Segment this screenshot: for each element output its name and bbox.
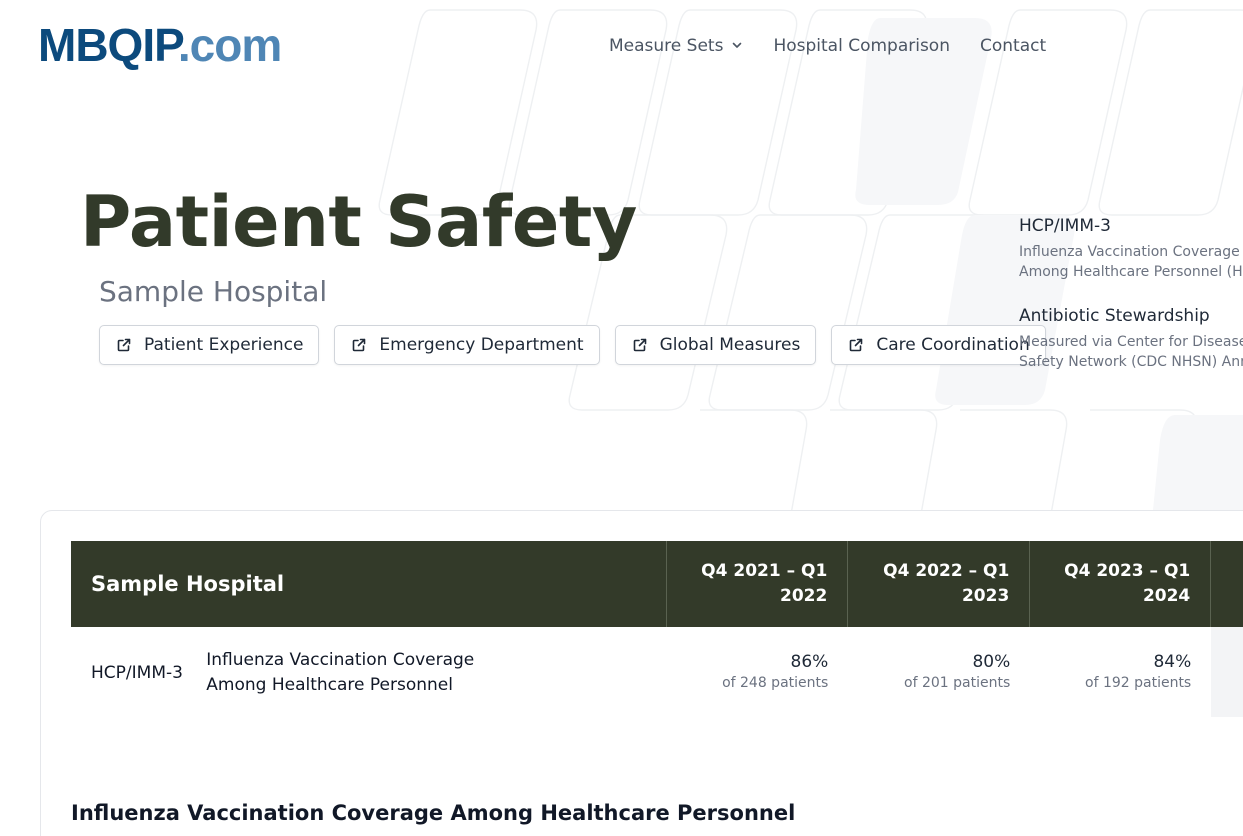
nav-contact[interactable]: Contact bbox=[980, 34, 1046, 58]
link-care-coordination[interactable]: Care Coordination bbox=[831, 325, 1046, 365]
measure-desc-line: Among Healthcare Personnel (HCP bbox=[1019, 264, 1243, 280]
measure-desc-line: Safety Network (CDC NHSN) Annu bbox=[1019, 354, 1243, 370]
measure-set-links: Patient Experience Emergency Department … bbox=[99, 325, 1061, 365]
nav-hospital-comparison[interactable]: Hospital Comparison bbox=[773, 34, 950, 58]
nav-measure-sets[interactable]: Measure Sets bbox=[609, 34, 743, 58]
result-count: of 201 patients bbox=[904, 675, 1011, 691]
nav-measure-sets-label: Measure Sets bbox=[609, 36, 724, 56]
period-line: 2024 bbox=[1142, 586, 1191, 606]
result-count: of 248 patients bbox=[722, 675, 829, 691]
table-row[interactable]: HCP/IMM-3 Influenza Vaccination Coverage… bbox=[71, 627, 1243, 719]
link-label: Global Measures bbox=[659, 335, 801, 355]
measure-item-antibiotic-stewardship[interactable]: Antibiotic Stewardship Measured via Cent… bbox=[1019, 304, 1243, 372]
period-line: Q4 2022 – Q1 bbox=[883, 561, 1010, 581]
result-cell: 80% of 201 patients bbox=[848, 627, 1030, 719]
measure-name: Influenza Vaccination Coverage Among Hea… bbox=[206, 627, 667, 719]
results-card: Sample Hospital Q4 2021 – Q1 2022 Q4 202… bbox=[40, 510, 1243, 836]
external-link-icon bbox=[848, 337, 864, 353]
result-cell-overflow bbox=[1211, 627, 1243, 717]
period-line: 2022 bbox=[779, 586, 828, 606]
period-header: Q4 2021 – Q1 2022 bbox=[667, 541, 849, 627]
section-title: Influenza Vaccination Coverage Among Hea… bbox=[71, 801, 796, 825]
link-label: Patient Experience bbox=[144, 335, 304, 355]
logo-brand: MBQIP bbox=[38, 19, 179, 71]
table-header-hospital: Sample Hospital bbox=[71, 541, 668, 627]
link-label: Emergency Department bbox=[379, 335, 584, 355]
link-emergency-department[interactable]: Emergency Department bbox=[334, 325, 600, 365]
result-percent: 86% bbox=[790, 652, 829, 672]
measure-title: HCP/IMM-3 bbox=[1019, 216, 1111, 236]
table-header: Sample Hospital Q4 2021 – Q1 2022 Q4 202… bbox=[71, 541, 1243, 627]
measure-desc-line: Measured via Center for Disease C bbox=[1019, 334, 1243, 350]
period-header: Q4 2022 – Q1 2023 bbox=[848, 541, 1031, 627]
site-logo[interactable]: MBQIP.com bbox=[38, 19, 282, 71]
external-link-icon bbox=[632, 337, 648, 353]
period-header: Q4 2023 – Q1 2024 bbox=[1030, 541, 1212, 627]
hospital-name: Sample Hospital bbox=[99, 275, 328, 308]
measure-list: HCP/IMM-3 Influenza Vaccination Coverage… bbox=[1019, 214, 1243, 394]
result-cell: 84% of 192 patients bbox=[1030, 627, 1211, 719]
measure-name-line: Among Healthcare Personnel bbox=[206, 675, 453, 695]
measure-item-hcp-imm-3[interactable]: HCP/IMM-3 Influenza Vaccination Coverage… bbox=[1019, 214, 1243, 282]
result-cell: 86% of 248 patients bbox=[667, 627, 848, 719]
measure-title: Antibiotic Stewardship bbox=[1019, 306, 1210, 326]
logo-tld: .com bbox=[177, 19, 282, 71]
link-label: Care Coordination bbox=[876, 335, 1030, 355]
measure-code: HCP/IMM-3 bbox=[91, 663, 183, 683]
period-line: Q4 2021 – Q1 bbox=[701, 561, 828, 581]
link-global-measures[interactable]: Global Measures bbox=[614, 325, 817, 365]
result-percent: 84% bbox=[1153, 652, 1192, 672]
measure-name-line: Influenza Vaccination Coverage bbox=[206, 650, 475, 670]
period-line: Q4 2023 – Q1 bbox=[1064, 561, 1191, 581]
measure-desc-line: Influenza Vaccination Coverage bbox=[1019, 244, 1240, 260]
period-line: 2023 bbox=[961, 586, 1010, 606]
chevron-down-icon bbox=[731, 36, 743, 56]
page-title: Patient Safety bbox=[80, 181, 637, 263]
main-nav: Measure Sets Hospital Comparison Contact bbox=[609, 34, 1076, 58]
result-percent: 80% bbox=[972, 652, 1011, 672]
external-link-icon bbox=[116, 337, 132, 353]
results-table: Sample Hospital Q4 2021 – Q1 2022 Q4 202… bbox=[71, 541, 1243, 719]
result-count: of 192 patients bbox=[1085, 675, 1192, 691]
period-header-overflow bbox=[1211, 541, 1243, 627]
external-link-icon bbox=[351, 337, 367, 353]
link-patient-experience[interactable]: Patient Experience bbox=[99, 325, 320, 365]
